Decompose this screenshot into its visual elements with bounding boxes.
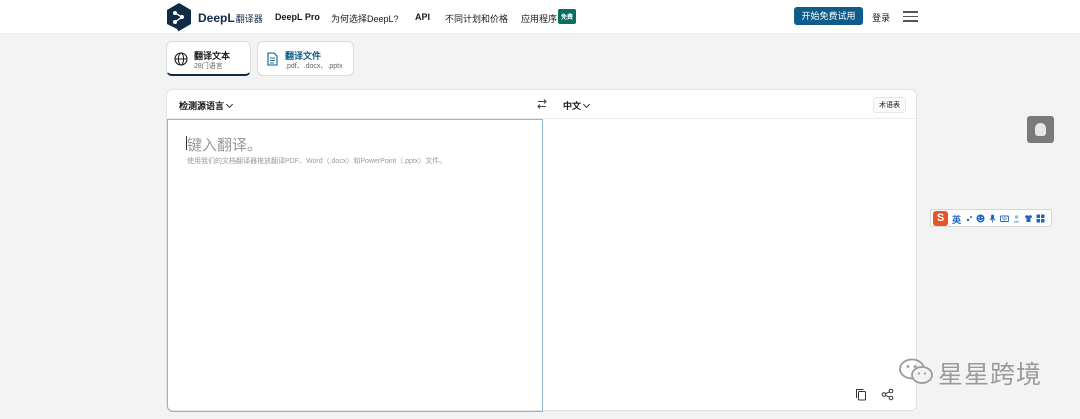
grid-icon[interactable] xyxy=(1036,214,1045,223)
copy-icon[interactable] xyxy=(855,388,867,401)
floating-side-button[interactable] xyxy=(1027,116,1054,143)
emoji-icon[interactable] xyxy=(976,214,985,223)
ime-toolbar: S 英 xyxy=(930,209,1052,227)
source-text-input[interactable]: 键入翻译。 使用我们的文档翻译器拖放翻译PDF、Word（.docx）和Powe… xyxy=(167,119,543,412)
tab-translate-text-subtitle: 28门语言 xyxy=(194,63,223,70)
language-bar: 检测源语言 中文 术语表 xyxy=(167,90,916,119)
brand-name[interactable]: DeepL翻译器 xyxy=(198,11,263,25)
punctuation-icon[interactable] xyxy=(965,214,974,223)
nav-why-deepl[interactable]: 为何选择DeepL? xyxy=(331,12,399,25)
tab-translate-files[interactable]: 翻译文件 .pdf、.docx、.pptx xyxy=(257,41,354,76)
nav-api[interactable]: API xyxy=(415,12,430,22)
source-language-select[interactable]: 检测源语言 xyxy=(179,99,234,112)
free-badge: 免费 xyxy=(558,9,577,24)
translator-panel: 检测源语言 中文 术语表 键入翻译。 使用我们的文档翻译器拖放翻译PDF、Wor… xyxy=(166,89,917,412)
login-link[interactable]: 登录 xyxy=(872,11,890,24)
swap-icon[interactable] xyxy=(535,97,549,111)
skin-icon[interactable] xyxy=(1024,214,1033,223)
target-language-select[interactable]: 中文 xyxy=(563,99,591,112)
keyboard-icon[interactable] xyxy=(1000,214,1009,223)
ime-language-mode[interactable]: 英 xyxy=(952,213,961,226)
nav-deepl-pro[interactable]: DeepL Pro xyxy=(275,12,320,22)
wechat-watermark: 星星跨境 xyxy=(898,355,1048,389)
mouse-icon xyxy=(1035,123,1046,136)
watermark-text: 星星跨境 xyxy=(938,360,1043,389)
chevron-down-icon xyxy=(582,100,591,109)
user-icon[interactable] xyxy=(1012,214,1021,223)
source-placeholder: 键入翻译。 xyxy=(187,137,263,154)
brand-subtitle: 翻译器 xyxy=(235,14,263,24)
tab-translate-files-subtitle: .pdf、.docx、.pptx xyxy=(285,63,343,70)
nav-plans-pricing[interactable]: 不同计划和价格 xyxy=(445,12,508,25)
globe-icon xyxy=(174,52,188,66)
document-icon xyxy=(267,52,278,66)
target-text-output[interactable] xyxy=(543,119,916,410)
hamburger-menu-icon[interactable] xyxy=(903,11,918,22)
chevron-down-icon xyxy=(225,100,234,109)
share-icon[interactable] xyxy=(881,388,894,401)
deepl-logo-icon[interactable] xyxy=(166,3,192,32)
top-header: DeepL翻译器 DeepL Pro 为何选择DeepL? API 不同计划和价… xyxy=(0,0,1080,34)
nav-apps[interactable]: 应用程序 xyxy=(521,12,557,25)
wechat-logo-icon xyxy=(899,358,933,384)
start-free-trial-button[interactable]: 开始免费试用 xyxy=(794,7,863,25)
sogou-logo-icon[interactable]: S xyxy=(933,211,948,226)
glossary-button[interactable]: 术语表 xyxy=(873,97,906,113)
tab-translate-text[interactable]: 翻译文本 28门语言 xyxy=(166,41,251,76)
document-translator-hint: 使用我们的文档翻译器拖放翻译PDF、Word（.docx）和PowerPoint… xyxy=(187,158,447,165)
mic-icon[interactable] xyxy=(988,214,997,223)
